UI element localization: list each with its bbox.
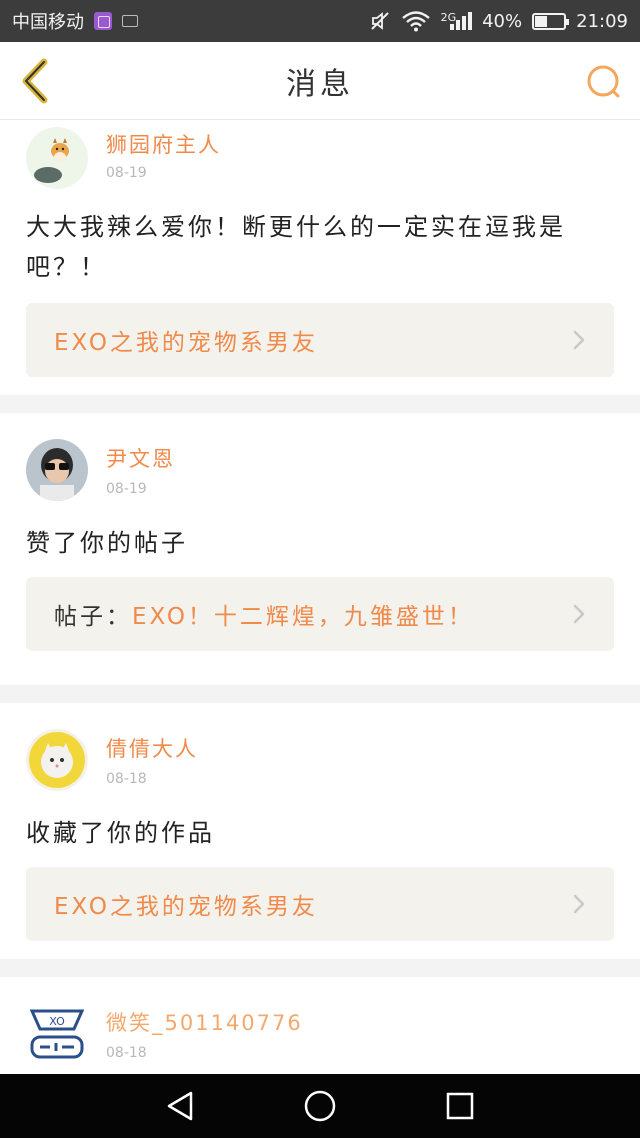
message-header: 狮园府主人 08-19 xyxy=(26,121,614,189)
message-header: XO 微笑_501140776 08-18 xyxy=(26,1001,614,1073)
system-nav-bar xyxy=(0,1074,640,1138)
message-text: 大大我辣么爱你！断更什么的一定实在逗我是吧？！ xyxy=(26,213,566,281)
linked-post-button[interactable]: EXO之我的宠物系男友 xyxy=(26,867,614,941)
avatar[interactable] xyxy=(26,127,88,189)
link-title: EXO！十二辉煌，九雏盛世！ xyxy=(132,604,474,630)
username[interactable]: 微笑_501140776 xyxy=(106,1007,303,1037)
message-date: 08-18 xyxy=(106,1045,147,1061)
battery-icon xyxy=(532,12,570,30)
message-header: 尹文恩 08-19 xyxy=(26,437,614,509)
nav-recents-button[interactable] xyxy=(440,1086,480,1126)
clock: 21:09 xyxy=(576,10,628,32)
link-prefix: 帖子： xyxy=(54,604,132,630)
username[interactable]: 狮园府主人 xyxy=(106,129,221,159)
chevron-right-icon xyxy=(573,894,585,914)
avatar[interactable]: XO xyxy=(26,1003,88,1065)
message-card: XO 微笑_501140776 08-18 xyxy=(0,977,640,1074)
avatar[interactable] xyxy=(26,439,88,501)
linked-post-button[interactable]: 帖子： EXO！十二辉煌，九雏盛世！ xyxy=(26,577,614,651)
search-button[interactable] xyxy=(584,62,624,102)
link-title: EXO之我的宠物系男友 xyxy=(54,894,318,920)
back-chevron-icon xyxy=(22,58,48,104)
message-date: 08-19 xyxy=(106,165,147,181)
message-card: 尹文恩 08-19 赞了你的帖子 帖子： EXO！十二辉煌，九雏盛世！ xyxy=(0,413,640,685)
page-title: 消息 xyxy=(286,66,354,102)
message-card: 倩倩大人 08-18 收藏了你的作品 EXO之我的宠物系男友 xyxy=(0,703,640,959)
carrier-label: 中国移动 xyxy=(12,12,84,33)
message-date: 08-18 xyxy=(106,771,147,787)
username[interactable]: 尹文恩 xyxy=(106,443,175,473)
nav-back-icon xyxy=(167,1091,193,1121)
notification-small-icon xyxy=(122,15,138,27)
message-header: 倩倩大人 08-18 xyxy=(26,727,614,799)
message-card: 狮园府主人 08-19 大大我辣么爱你！断更什么的一定实在逗我是吧？！ EXO之… xyxy=(0,121,640,395)
status-bar: 中国移动 2G 40% 21:09 xyxy=(0,0,640,42)
battery-percent: 40% xyxy=(482,10,523,32)
chevron-right-icon xyxy=(573,604,585,624)
chevron-right-icon xyxy=(573,330,585,350)
back-button[interactable] xyxy=(16,58,56,104)
screen: 中国移动 2G 40% 21:09 消息 狮园府主人 08-19 大大我辣么爱你… xyxy=(0,0,640,1138)
wifi-icon xyxy=(401,11,430,32)
avatar[interactable] xyxy=(26,729,88,791)
network-type-label: 2G xyxy=(440,11,457,24)
link-title: EXO之我的宠物系男友 xyxy=(54,330,318,356)
nav-recents-icon xyxy=(446,1092,474,1120)
svg-text:XO: XO xyxy=(49,1015,65,1028)
search-icon xyxy=(587,65,620,98)
nav-home-button[interactable] xyxy=(300,1086,340,1126)
app-header: 消息 xyxy=(0,42,640,120)
message-date: 08-19 xyxy=(106,481,147,497)
notification-app-icon xyxy=(94,12,112,30)
message-feed[interactable]: 狮园府主人 08-19 大大我辣么爱你！断更什么的一定实在逗我是吧？！ EXO之… xyxy=(0,121,640,1074)
message-text: 赞了你的帖子 xyxy=(26,529,188,557)
nav-back-button[interactable] xyxy=(160,1086,200,1126)
message-text: 收藏了你的作品 xyxy=(26,819,215,847)
mute-icon xyxy=(370,12,389,30)
username[interactable]: 倩倩大人 xyxy=(106,733,198,763)
linked-post-button[interactable]: EXO之我的宠物系男友 xyxy=(26,303,614,377)
nav-home-icon xyxy=(304,1090,336,1122)
